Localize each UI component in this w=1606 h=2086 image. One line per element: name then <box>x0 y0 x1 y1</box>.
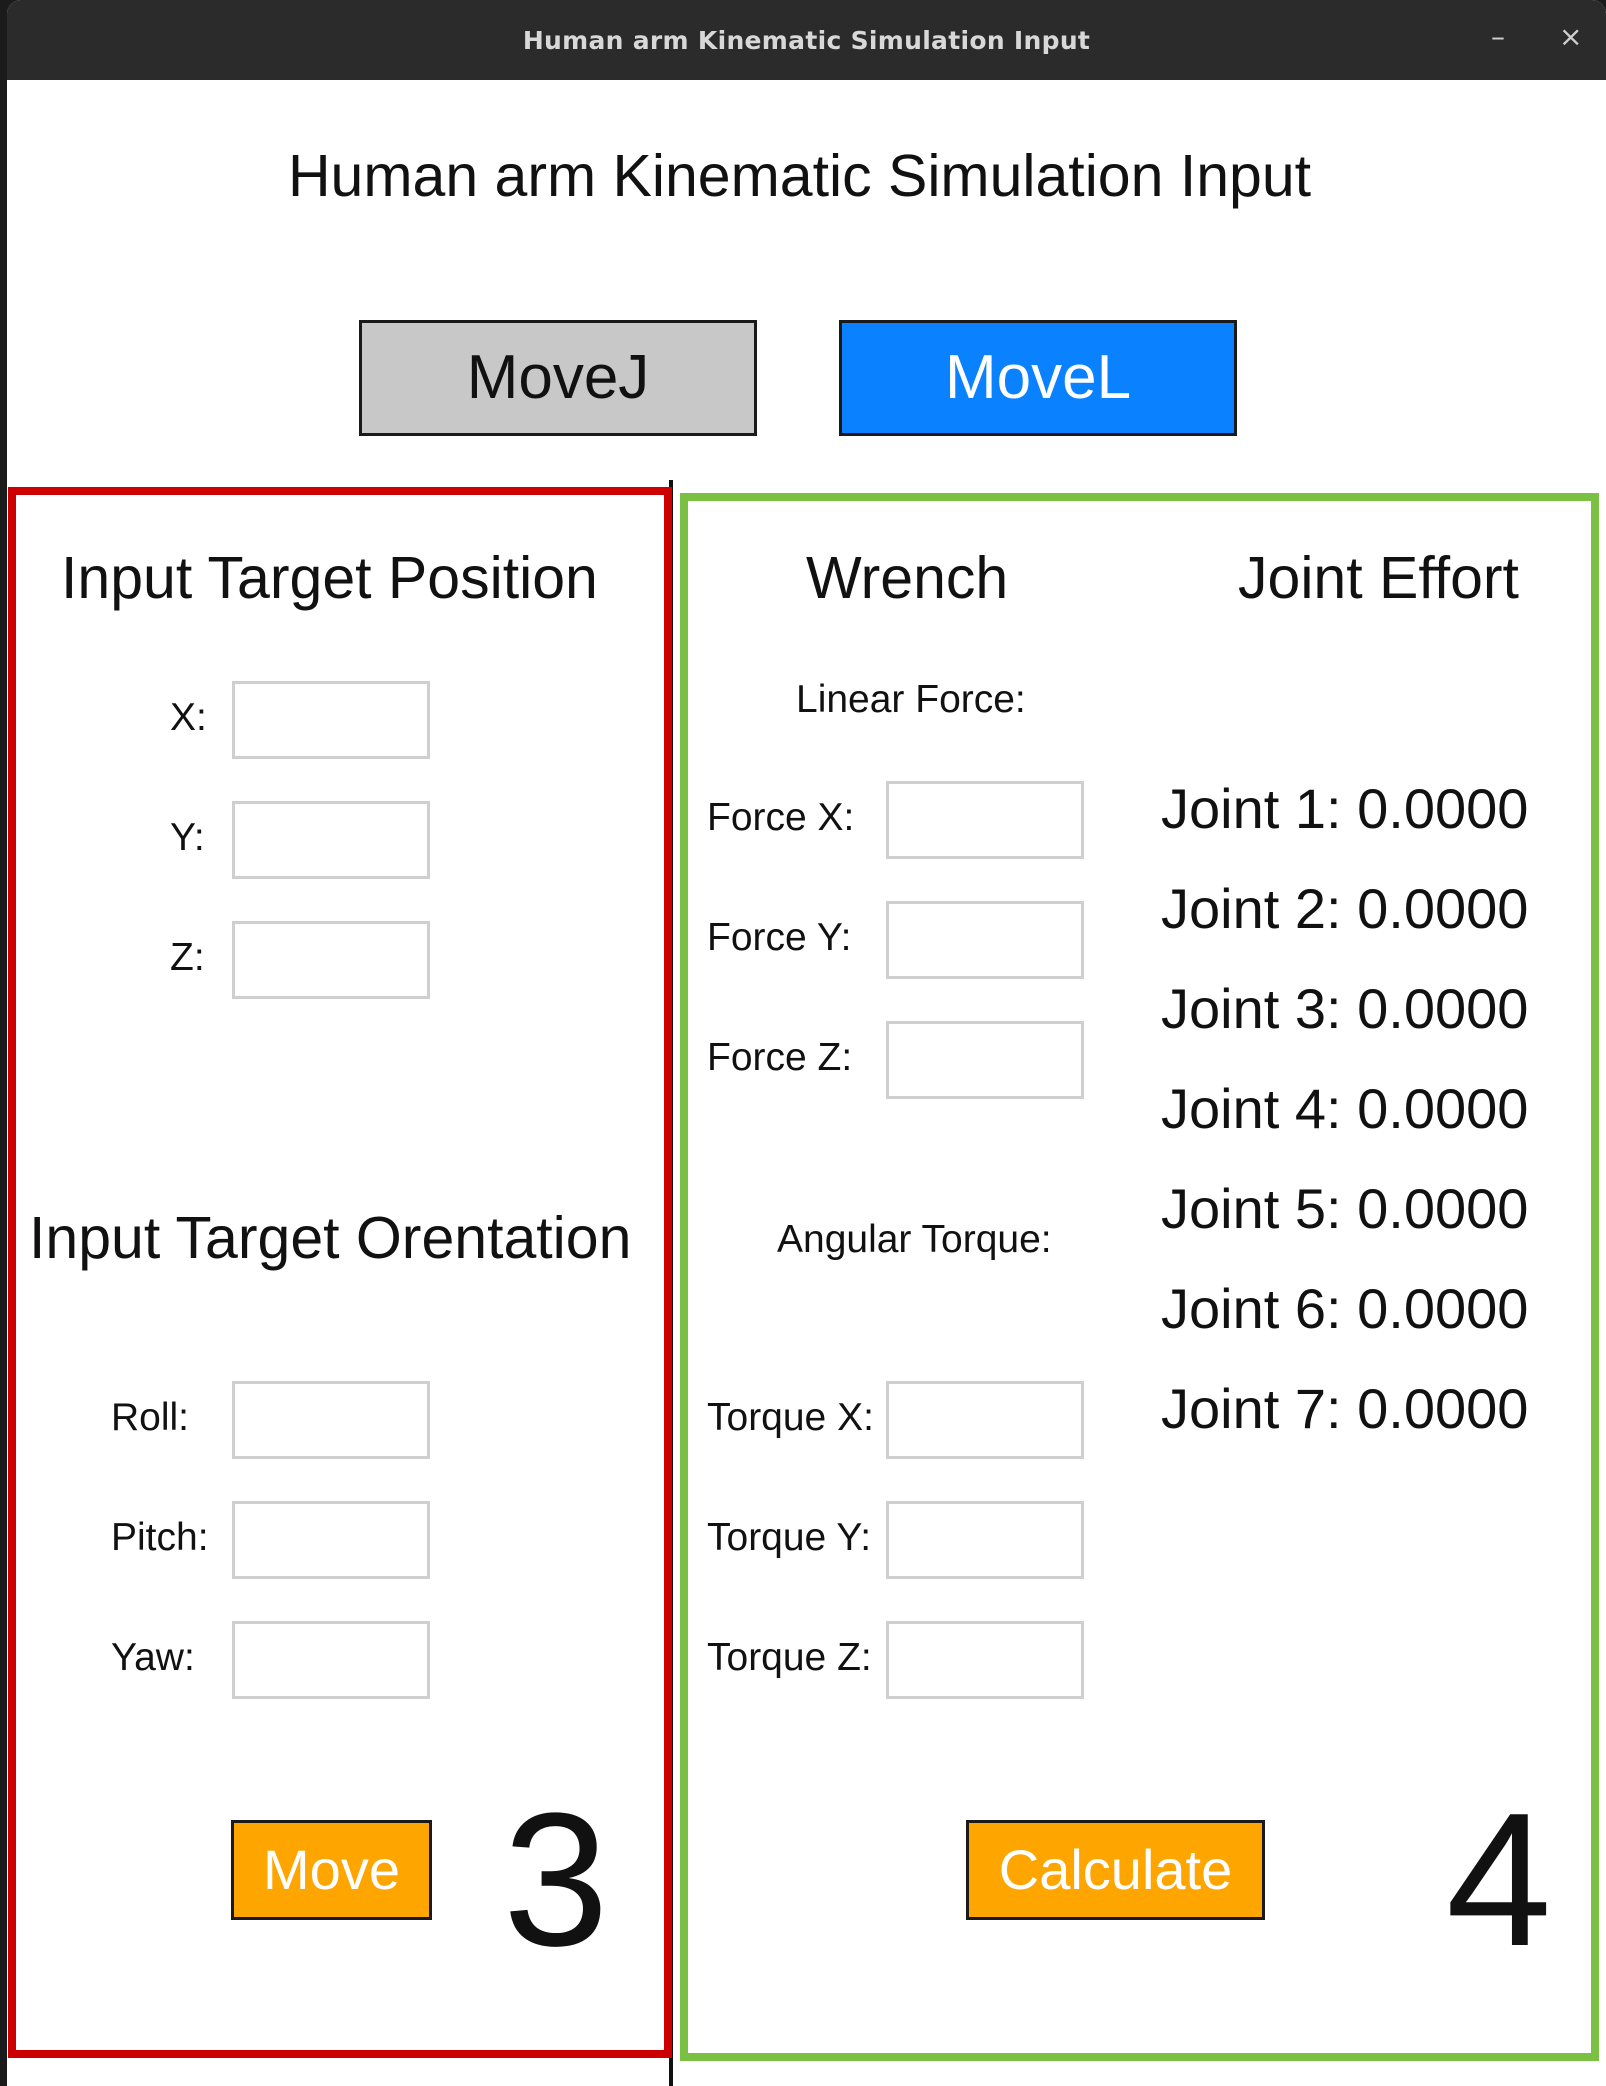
position-heading: Input Target Position <box>61 545 598 611</box>
y-label: Y: <box>170 816 205 859</box>
joint-1-effort: Joint 1: 0.0000 <box>1161 777 1529 840</box>
joint-6-effort: Joint 6: 0.0000 <box>1161 1277 1529 1340</box>
force-z-label: Force Z: <box>707 1036 853 1079</box>
angular-torque-label: Angular Torque: <box>777 1218 1052 1261</box>
pitch-label: Pitch: <box>111 1516 209 1559</box>
torque-z-input[interactable] <box>886 1621 1084 1699</box>
joint-3-effort: Joint 3: 0.0000 <box>1161 977 1529 1040</box>
roll-label: Roll: <box>111 1396 190 1439</box>
torque-x-input[interactable] <box>886 1381 1084 1459</box>
torque-z-label: Torque Z: <box>707 1636 872 1679</box>
wrench-heading: Wrench <box>806 545 1009 611</box>
y-input[interactable] <box>232 801 430 879</box>
page-title: Human arm Kinematic Simulation Input <box>287 143 1312 209</box>
joint-effort-heading: Joint Effort <box>1238 545 1519 611</box>
x-label: X: <box>170 696 207 739</box>
torque-x-label: Torque X: <box>707 1396 874 1439</box>
force-x-label: Force X: <box>707 796 855 839</box>
title-bar: Human arm Kinematic Simulation Input – × <box>7 0 1606 80</box>
close-icon[interactable]: × <box>1559 20 1582 53</box>
linear-force-label: Linear Force: <box>796 678 1026 721</box>
movel-button[interactable]: MoveL <box>839 320 1237 436</box>
roll-input[interactable] <box>232 1381 430 1459</box>
force-x-input[interactable] <box>886 781 1084 859</box>
yaw-label: Yaw: <box>111 1636 195 1679</box>
pitch-input[interactable] <box>232 1501 430 1579</box>
torque-y-input[interactable] <box>886 1501 1084 1579</box>
orientation-heading: Input Target Orentation <box>29 1205 632 1271</box>
joint-4-effort: Joint 4: 0.0000 <box>1161 1077 1529 1140</box>
joint-5-effort: Joint 5: 0.0000 <box>1161 1177 1529 1240</box>
window-title: Human arm Kinematic Simulation Input <box>522 26 1091 55</box>
joint-2-effort: Joint 2: 0.0000 <box>1161 877 1529 940</box>
force-y-label: Force Y: <box>707 916 852 959</box>
z-input[interactable] <box>232 921 430 999</box>
minimize-icon[interactable]: – <box>1491 20 1505 53</box>
joint-7-effort: Joint 7: 0.0000 <box>1161 1377 1529 1440</box>
move-button[interactable]: Move <box>231 1820 432 1920</box>
calculate-button[interactable]: Calculate <box>966 1820 1265 1920</box>
force-y-input[interactable] <box>886 901 1084 979</box>
z-label: Z: <box>170 936 205 979</box>
x-input[interactable] <box>232 681 430 759</box>
yaw-input[interactable] <box>232 1621 430 1699</box>
torque-y-label: Torque Y: <box>707 1516 872 1559</box>
annotation-number-3: 3 <box>503 1774 609 1986</box>
force-z-input[interactable] <box>886 1021 1084 1099</box>
annotation-number-4: 4 <box>1446 1774 1552 1986</box>
movej-button[interactable]: MoveJ <box>359 320 757 436</box>
